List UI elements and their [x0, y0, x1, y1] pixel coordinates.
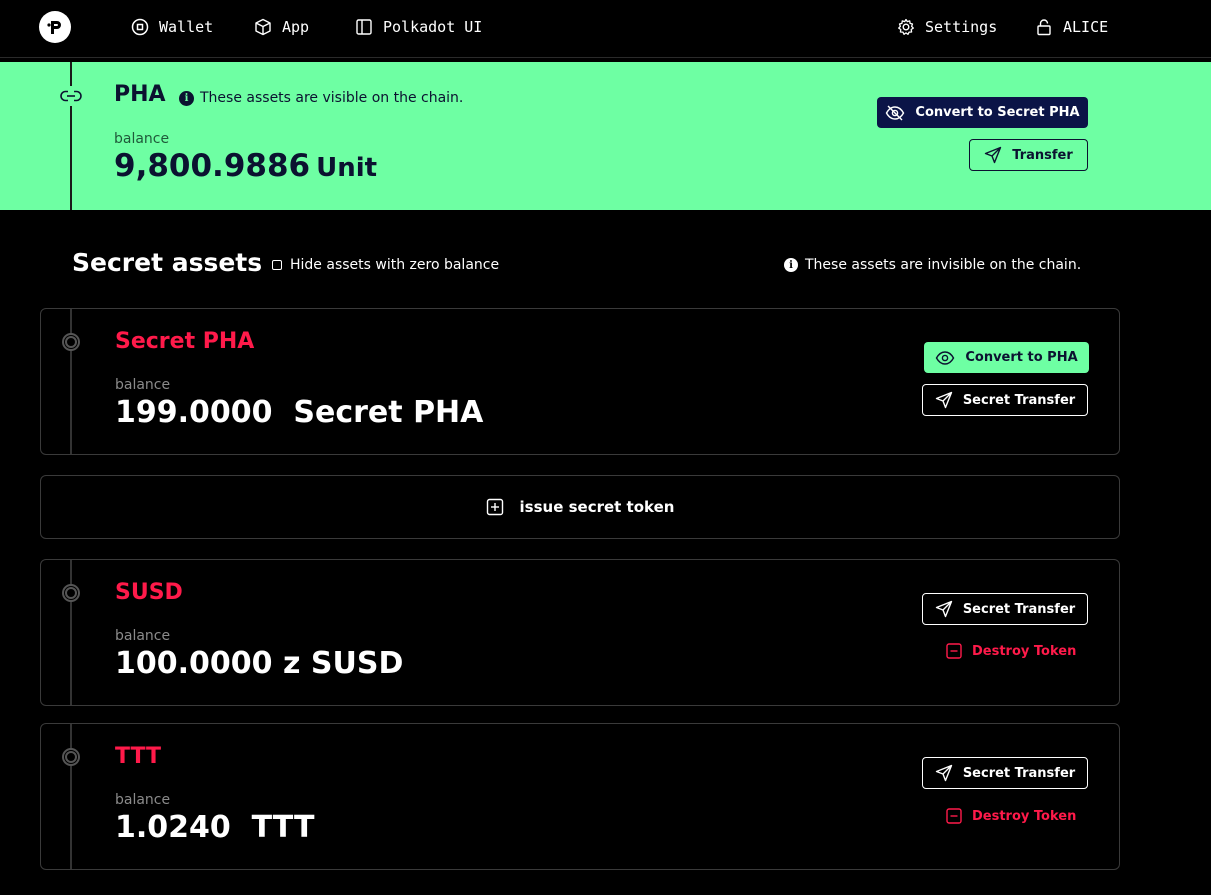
nav-wallet[interactable]: Wallet: [131, 16, 213, 38]
gear-icon: [898, 18, 914, 35]
hide-zero-balance-toggle[interactable]: Hide assets with zero balance: [272, 257, 499, 273]
nav-app[interactable]: App: [254, 16, 309, 38]
asset-name: Secret PHA: [115, 329, 255, 354]
destroy-token-button[interactable]: Destroy Token: [946, 639, 1076, 663]
asset-balance: 199.0000 Secret PHA: [115, 395, 484, 430]
minus-square-icon: [946, 643, 962, 659]
nav-app-label: App: [282, 18, 310, 36]
send-icon: [935, 391, 953, 409]
cube-icon: [255, 18, 271, 36]
send-icon: [935, 600, 953, 618]
secret-assets-title: Secret assets: [72, 248, 263, 277]
send-icon: [935, 764, 953, 782]
secret-transfer-label: Secret Transfer: [962, 601, 1076, 617]
link-icon: [58, 86, 84, 106]
hide-zero-label: Hide assets with zero balance: [290, 257, 500, 273]
destroy-token-label: Destroy Token: [972, 808, 1077, 824]
issue-secret-token-button[interactable]: issue secret token: [40, 475, 1120, 539]
asset-balance: 100.0000 z SUSD: [115, 646, 404, 681]
nav-account[interactable]: ALICE: [1035, 16, 1108, 38]
info-icon: i: [784, 258, 798, 272]
target-icon: [62, 748, 80, 766]
secret-transfer-label: Secret Transfer: [962, 392, 1076, 408]
public-asset-title: PHA: [114, 82, 166, 107]
balance-label: balance: [115, 628, 171, 644]
nav-polkadot-ui-label: Polkadot UI: [383, 18, 483, 36]
secret-transfer-button[interactable]: Secret Transfer: [922, 593, 1088, 625]
asset-name: TTT: [115, 744, 162, 769]
secret-visibility-note: i These assets are invisible on the chai…: [784, 257, 1081, 273]
public-visibility-note: i These assets are visible on the chain.: [179, 90, 463, 106]
transfer-label: Transfer: [1012, 147, 1073, 163]
nav-settings-label: Settings: [925, 18, 998, 36]
public-balance: 9,800.9886 Unit: [114, 148, 377, 184]
nav-account-label: ALICE: [1063, 18, 1109, 36]
convert-to-secret-label: Convert to Secret PHA: [915, 105, 1080, 120]
public-note-text: These assets are visible on the chain.: [200, 90, 464, 106]
timeline-line: [70, 560, 72, 705]
secret-transfer-button[interactable]: Secret Transfer: [922, 757, 1088, 789]
send-icon: [985, 146, 1002, 164]
public-balance-value: 9,800.9886: [114, 148, 311, 184]
timeline-line: [70, 62, 72, 210]
balance-label: balance: [115, 792, 171, 808]
public-asset-panel: PHA i These assets are visible on the ch…: [0, 62, 1211, 210]
asset-name: SUSD: [115, 580, 183, 605]
circle-square-icon: [131, 18, 149, 36]
secret-transfer-button[interactable]: Secret Transfer: [922, 384, 1088, 416]
balance-label: balance: [115, 377, 171, 393]
nav-settings[interactable]: Settings: [897, 16, 997, 38]
unlock-icon: [1037, 19, 1051, 36]
asset-balance: 1.0240 TTT: [115, 810, 315, 845]
eye-off-icon: [886, 105, 905, 120]
nav-wallet-label: Wallet: [159, 18, 214, 36]
transfer-button[interactable]: Transfer: [969, 139, 1088, 171]
timeline-line: [70, 724, 72, 869]
secret-asset-card-secret-pha: Secret PHA balance 199.0000 Secret PHA C…: [40, 308, 1120, 455]
info-icon: i: [179, 90, 194, 106]
convert-to-pha-button[interactable]: Convert to PHA: [924, 342, 1089, 373]
phala-logo[interactable]: [39, 11, 71, 43]
convert-to-secret-button[interactable]: Convert to Secret PHA: [877, 97, 1088, 128]
secret-asset-card-ttt: TTT balance 1.0240 TTT Secret Transfer D…: [40, 723, 1120, 870]
target-icon: [62, 584, 80, 602]
timeline-line: [70, 309, 72, 454]
plus-square-icon: [486, 498, 503, 516]
destroy-token-button[interactable]: Destroy Token: [946, 804, 1076, 828]
hide-zero-checkbox[interactable]: [272, 260, 282, 270]
destroy-token-label: Destroy Token: [972, 643, 1077, 659]
minus-square-icon: [946, 808, 962, 824]
nav-polkadot-ui[interactable]: Polkadot UI: [355, 16, 482, 38]
target-icon: [62, 333, 80, 351]
secret-note-text: These assets are invisible on the chain.: [805, 257, 1082, 273]
convert-to-pha-label: Convert to PHA: [965, 350, 1078, 365]
secret-transfer-label: Secret Transfer: [962, 765, 1076, 781]
secret-asset-card-susd: SUSD balance 100.0000 z SUSD Secret Tran…: [40, 559, 1120, 706]
issue-secret-token-label: issue secret token: [519, 498, 675, 516]
sidebar-panel-icon: [356, 19, 372, 35]
top-nav: Wallet App Polkadot UI Settings ALICE: [0, 0, 1211, 58]
balance-label: balance: [114, 131, 170, 147]
eye-icon: [936, 350, 955, 365]
public-balance-unit: Unit: [316, 153, 378, 183]
